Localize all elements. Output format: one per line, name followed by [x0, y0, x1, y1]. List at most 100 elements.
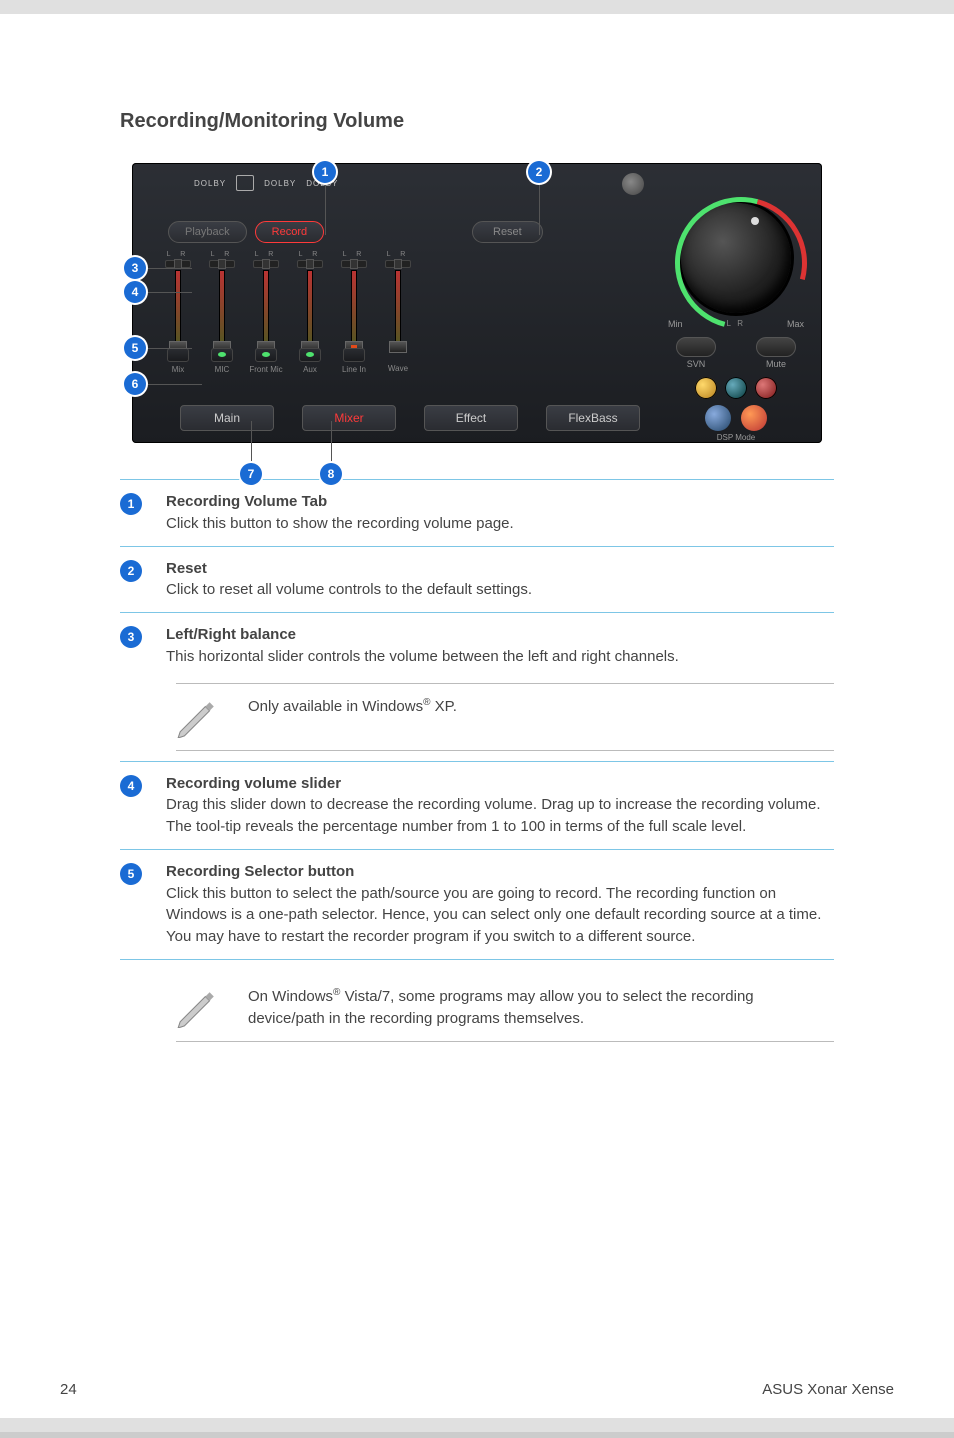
channel-row: L R Mix L R MIC L R — [160, 251, 416, 374]
tab-main[interactable]: Main — [180, 405, 274, 431]
mode-icon[interactable] — [695, 377, 717, 399]
logo-dolby: DOLBY — [264, 179, 296, 188]
dsp-label: DSP Mode — [662, 433, 810, 442]
page-number: 24 — [60, 1381, 77, 1398]
lr-label: L R — [160, 251, 196, 258]
row-body: Drag this slider down to decrease the re… — [166, 796, 821, 835]
balance-slider[interactable] — [253, 260, 279, 268]
tab-effect[interactable]: Effect — [424, 405, 518, 431]
note-box: Only available in Windows® XP. — [176, 683, 834, 751]
selector-button[interactable] — [299, 348, 321, 362]
balance-slider[interactable] — [165, 260, 191, 268]
row-text: Recording Selector button Click this but… — [166, 861, 834, 948]
row-number: 3 — [120, 626, 142, 648]
lr-label: L R — [380, 251, 416, 258]
tab-playback[interactable]: Playback — [168, 221, 247, 243]
desc-row: 1 Recording Volume Tab Click this button… — [120, 479, 834, 546]
knob-panel: Min L R Max SVN Mute — [662, 203, 810, 442]
page: Recording/Monitoring Volume 1 2 3 4 5 6 … — [0, 0, 954, 1438]
mute-label: Mute — [756, 359, 796, 369]
callout-3: 3 — [124, 257, 146, 279]
description-list: 1 Recording Volume Tab Click this button… — [120, 479, 834, 1042]
page-footer: 24 ASUS Xonar Xense — [60, 1381, 894, 1398]
svn-toggle[interactable] — [676, 337, 716, 357]
reset-button[interactable]: Reset — [472, 221, 543, 243]
callout-6: 6 — [124, 373, 146, 395]
selector-button[interactable] — [167, 348, 189, 362]
logo-dolby: DOLBY — [194, 179, 226, 188]
channel-col: L R MIC — [204, 251, 240, 374]
pencil-icon — [176, 696, 218, 738]
balance-slider[interactable] — [341, 260, 367, 268]
row-label: Recording Volume Tab — [166, 491, 834, 513]
mode-icon[interactable] — [755, 377, 777, 399]
volume-slider[interactable] — [395, 270, 401, 344]
desc-row: 3 Left/Right balance This horizontal sli… — [120, 612, 834, 679]
desc-row: 4 Recording volume slider Drag this slid… — [120, 761, 834, 849]
screenshot-with-callouts: 1 2 3 4 5 6 7 8 DOLBY DOLBY DOLBY — [132, 163, 822, 443]
channel-col: L R Wave — [380, 251, 416, 374]
selector-button[interactable] — [255, 348, 277, 362]
dsp-hf-button[interactable] — [705, 405, 731, 431]
callout-7: 7 — [240, 463, 262, 485]
audio-panel: DOLBY DOLBY DOLBY Playback Record Reset … — [132, 163, 822, 443]
channel-col: L R Front Mic — [248, 251, 284, 374]
row-label: Recording volume slider — [166, 773, 834, 795]
row-body: Click this button to select the path/sou… — [166, 885, 821, 946]
row-label: Reset — [166, 558, 834, 580]
row-label: Recording Selector button — [166, 861, 834, 883]
volume-slider[interactable] — [263, 270, 269, 344]
dsp-gx-button[interactable] — [741, 405, 767, 431]
brand-swirl-icon — [622, 173, 644, 195]
tab-flexbass[interactable]: FlexBass — [546, 405, 640, 431]
channel-label: Front Mic — [248, 365, 284, 374]
row-text: Reset Click to reset all volume controls… — [166, 558, 834, 602]
callout-2: 2 — [528, 161, 550, 183]
row-text: Recording volume slider Drag this slider… — [166, 773, 834, 838]
row-text: Left/Right balance This horizontal slide… — [166, 624, 834, 668]
section-title: Recording/Monitoring Volume — [60, 0, 894, 145]
lr-label: L R — [248, 251, 284, 258]
volume-slider[interactable] — [307, 270, 313, 344]
lead-line — [251, 421, 252, 463]
selector-button[interactable] — [211, 348, 233, 362]
volume-slider[interactable] — [351, 270, 357, 344]
row-body: Click this button to show the recording … — [166, 515, 514, 532]
mute-toggle[interactable] — [756, 337, 796, 357]
balance-slider[interactable] — [209, 260, 235, 268]
pencil-icon — [176, 986, 218, 1028]
channel-label: Aux — [292, 365, 328, 374]
balance-slider[interactable] — [297, 260, 323, 268]
row-number: 5 — [120, 863, 142, 885]
channel-col: L R Mix — [160, 251, 196, 374]
lead-line — [146, 268, 192, 269]
dsp-row — [662, 405, 810, 431]
row-label: Left/Right balance — [166, 624, 834, 646]
volume-slider[interactable] — [219, 270, 225, 344]
row-number: 2 — [120, 560, 142, 582]
lead-line — [331, 421, 332, 463]
selector-button[interactable] — [343, 348, 365, 362]
channel-col: L R Aux — [292, 251, 328, 374]
tab-row: Playback Record — [168, 221, 324, 243]
lr-label: L R — [292, 251, 328, 258]
bottom-nav: Main Mixer Effect FlexBass — [180, 405, 640, 431]
volume-slider[interactable] — [175, 270, 181, 344]
balance-slider[interactable] — [385, 260, 411, 268]
channel-label: Line In — [336, 365, 372, 374]
note-prefix: On Windows — [248, 988, 333, 1005]
callout-5: 5 — [124, 337, 146, 359]
master-volume-knob[interactable] — [681, 203, 791, 313]
mini-icons — [662, 377, 810, 399]
channel-label: Wave — [380, 364, 416, 373]
mode-icon[interactable] — [725, 377, 747, 399]
bottom-gray-bar — [0, 1418, 954, 1432]
lead-line — [325, 183, 326, 235]
lead-line — [539, 183, 540, 235]
tab-mixer[interactable]: Mixer — [302, 405, 396, 431]
max-label: Max — [787, 319, 804, 329]
tab-record[interactable]: Record — [255, 221, 324, 243]
lead-line — [146, 384, 202, 385]
row-body: This horizontal slider controls the volu… — [166, 648, 679, 665]
callout-1: 1 — [314, 161, 336, 183]
